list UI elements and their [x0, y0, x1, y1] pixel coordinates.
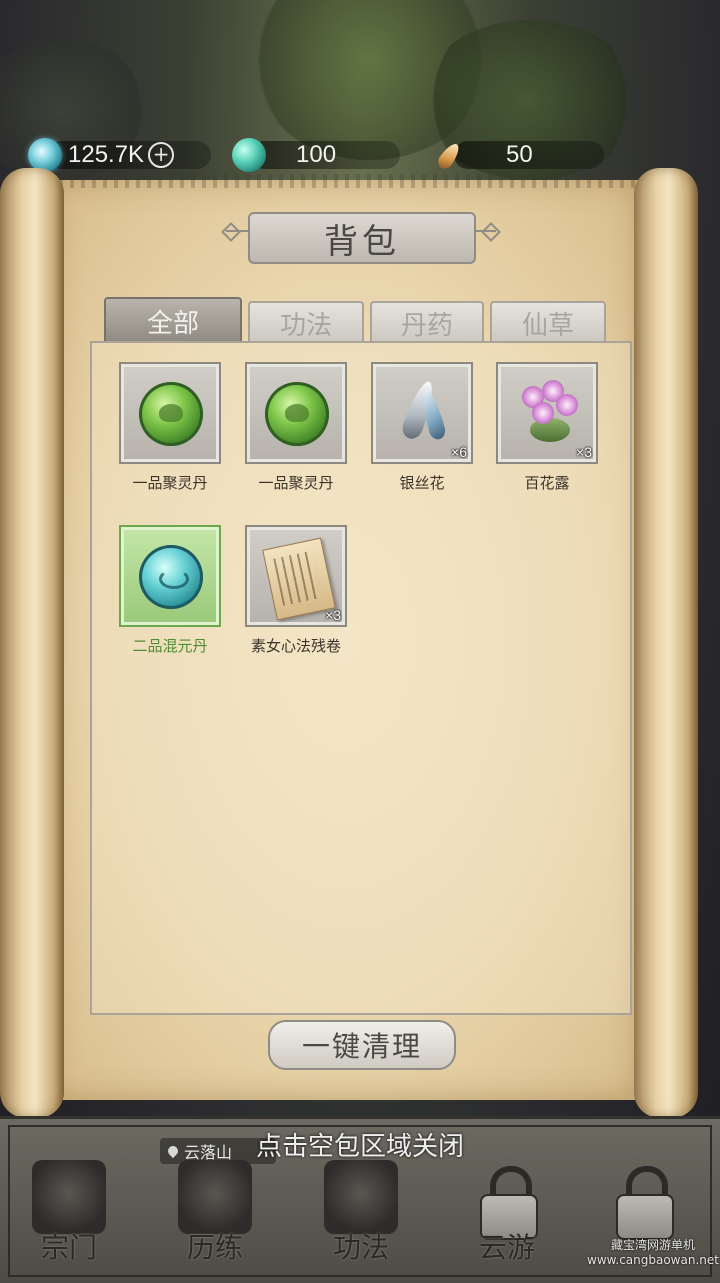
tab-herbs[interactable]: 仙草: [490, 301, 606, 343]
item-label: 银丝花: [399, 474, 445, 492]
item-label: 一品聚灵丹: [132, 474, 208, 492]
nav-label: 宗门: [40, 1231, 97, 1264]
nav-sect[interactable]: 宗门: [14, 1160, 124, 1270]
feather-icon: [436, 138, 466, 172]
jade-value: 100: [296, 141, 337, 168]
item-count: ×6: [451, 444, 467, 460]
tab-pills[interactable]: 丹药: [370, 301, 484, 343]
item-count: ×3: [325, 607, 341, 623]
tab-all[interactable]: 全部: [104, 297, 242, 343]
plus-circle-icon[interactable]: +: [148, 142, 175, 168]
item-slot[interactable]: ×6 银丝花: [371, 362, 473, 492]
nav-label: 云游: [478, 1231, 535, 1264]
scroll-rod-left: [0, 168, 64, 1118]
item-slot[interactable]: ×3 素女心法残卷: [245, 525, 347, 655]
tab-skills[interactable]: 功法: [248, 301, 364, 343]
nav-travel[interactable]: 云游: [452, 1160, 562, 1270]
spirit-stone-value: 125.7K: [68, 141, 145, 168]
watermark-title: 藏宝湾网游单机: [610, 1238, 695, 1252]
nav-skills[interactable]: 功法: [306, 1160, 416, 1270]
temple-icon: [32, 1160, 106, 1234]
meditation-icon: [324, 1160, 398, 1234]
nav-training[interactable]: 历练: [160, 1160, 270, 1270]
sword-icon: [178, 1160, 252, 1234]
bag-item-panel[interactable]: 一品聚灵丹 一品聚灵丹 ×6 银丝花 ×3 百花露 二品混元丹 ×3 素女心法残…: [90, 341, 632, 1015]
purple-flower-icon: [514, 378, 584, 448]
feather-value: 50: [506, 141, 533, 168]
silver-herb-icon: [395, 376, 455, 452]
item-count: ×3: [576, 444, 592, 460]
spirit-stone-counter: 125.7K +: [28, 138, 211, 172]
spirit-stone-icon: [28, 138, 62, 172]
item-slot[interactable]: 一品聚灵丹: [119, 362, 221, 492]
jade-orb-icon: [232, 138, 266, 172]
scroll-rod-right: [634, 168, 698, 1118]
lock-icon: [616, 1166, 674, 1240]
green-pill-icon: [265, 382, 329, 446]
cyan-pill-icon: [139, 545, 203, 609]
item-label: 二品混元丹: [132, 637, 208, 655]
close-hint[interactable]: 点击空包区域关闭: [0, 1126, 720, 1163]
feather-counter: 50: [436, 138, 606, 172]
item-slot-selected[interactable]: 二品混元丹: [119, 525, 221, 655]
bag-title-plate: 背包: [248, 212, 476, 264]
currency-bar: 125.7K + 100 50: [0, 138, 720, 174]
jade-counter: 100: [232, 138, 402, 172]
item-label: 素女心法残卷: [250, 637, 341, 655]
bag-title: 背包: [324, 221, 400, 262]
item-label: 一品聚灵丹: [258, 474, 334, 492]
site-watermark: 藏宝湾网游单机 www.cangbaowan.net: [586, 1238, 720, 1268]
watermark-url: www.cangbaowan.net: [587, 1253, 719, 1267]
item-label: 百花露: [524, 474, 570, 492]
green-pill-icon: [139, 382, 203, 446]
nav-label: 历练: [186, 1231, 243, 1264]
item-slot[interactable]: 一品聚灵丹: [245, 362, 347, 492]
nav-label: 功法: [332, 1231, 389, 1264]
one-click-clean-button[interactable]: 一键清理: [268, 1020, 456, 1070]
item-slot[interactable]: ×3 百花露: [496, 362, 598, 492]
